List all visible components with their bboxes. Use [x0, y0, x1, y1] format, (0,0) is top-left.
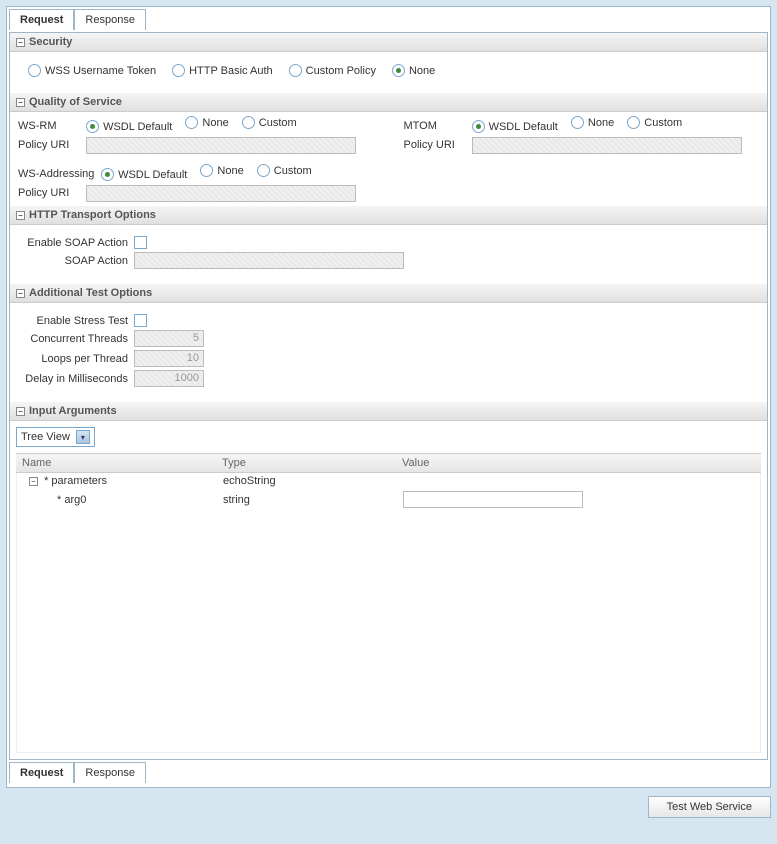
concurrent-threads-input: 5 — [134, 330, 204, 347]
section-http-body: Enable SOAP Action SOAP Action — [10, 225, 767, 284]
collapse-icon[interactable]: − — [16, 98, 25, 107]
section-http-header[interactable]: − HTTP Transport Options — [10, 206, 767, 225]
radio-wss[interactable]: WSS Username Token — [28, 64, 156, 77]
table-row[interactable]: * arg0 string — [17, 489, 760, 510]
radio-icon — [86, 120, 99, 133]
radio-icon — [392, 64, 405, 77]
radio-mtom-default[interactable]: WSDL Default — [472, 120, 558, 133]
loops-per-thread-input: 10 — [134, 350, 204, 367]
radio-wsaddr-none[interactable]: None — [200, 164, 243, 177]
soap-action-input — [134, 252, 404, 269]
radio-icon — [28, 64, 41, 77]
radio-custom-policy[interactable]: Custom Policy — [289, 64, 376, 77]
args-table-header: Name Type Value — [16, 453, 761, 473]
section-additional-header[interactable]: − Additional Test Options — [10, 284, 767, 303]
radio-mtom-custom[interactable]: Custom — [627, 116, 682, 129]
section-qos-header[interactable]: − Quality of Service — [10, 93, 767, 112]
mtom-policy-uri-input — [472, 137, 742, 154]
section-title: HTTP Transport Options — [29, 209, 156, 221]
radio-icon — [627, 116, 640, 129]
section-additional-body: Enable Stress Test Concurrent Threads 5 … — [10, 303, 767, 402]
tab-response-bottom[interactable]: Response — [74, 762, 146, 783]
tab-response[interactable]: Response — [74, 9, 146, 30]
tab-request[interactable]: Request — [9, 9, 74, 30]
radio-wsrm-custom[interactable]: Custom — [242, 116, 297, 129]
qos-mtom: MTOM WSDL Default None Custom Policy URI — [404, 116, 760, 154]
top-tabs: Request Response — [9, 9, 768, 30]
table-row[interactable]: − * parameters echoString — [17, 473, 760, 489]
wsrm-policy-uri-input — [86, 137, 356, 154]
radio-wsaddr-custom[interactable]: Custom — [257, 164, 312, 177]
qos-wsaddr: WS-Addressing WSDL Default None Custom P… — [18, 164, 759, 202]
section-title: Additional Test Options — [29, 287, 152, 299]
radio-icon — [257, 164, 270, 177]
enable-soap-action-checkbox[interactable] — [134, 236, 147, 249]
section-title: Quality of Service — [29, 96, 122, 108]
section-qos-body: WS-RM WSDL Default None Custom Policy UR… — [10, 112, 767, 206]
bottom-tabs: Request Response — [9, 762, 768, 783]
radio-icon — [571, 116, 584, 129]
tab-request-bottom[interactable]: Request — [9, 762, 74, 783]
radio-icon — [101, 168, 114, 181]
collapse-icon[interactable]: − — [16, 211, 25, 220]
delay-ms-input: 1000 — [134, 370, 204, 387]
radio-icon — [242, 116, 255, 129]
radio-wsrm-default[interactable]: WSDL Default — [86, 120, 172, 133]
collapse-icon[interactable]: − — [16, 38, 25, 47]
section-security-header[interactable]: − Security — [10, 33, 767, 52]
content-panel: − Security WSS Username Token HTTP Basic… — [9, 32, 768, 760]
radio-http-basic[interactable]: HTTP Basic Auth — [172, 64, 273, 77]
section-title: Input Arguments — [29, 405, 117, 417]
section-input-body: Tree View ▾ Name Type Value − * paramete… — [10, 421, 767, 759]
collapse-icon[interactable]: − — [16, 289, 25, 298]
enable-stress-checkbox[interactable] — [134, 314, 147, 327]
radio-mtom-none[interactable]: None — [571, 116, 614, 129]
section-title: Security — [29, 36, 72, 48]
tree-collapse-icon[interactable]: − — [29, 477, 38, 486]
radio-icon — [200, 164, 213, 177]
arg0-value-input[interactable] — [403, 491, 583, 508]
radio-none[interactable]: None — [392, 64, 435, 77]
chevron-down-icon: ▾ — [76, 430, 90, 444]
radio-wsaddr-default[interactable]: WSDL Default — [101, 168, 187, 181]
radio-wsrm-none[interactable]: None — [185, 116, 228, 129]
qos-wsrm: WS-RM WSDL Default None Custom Policy UR… — [18, 116, 374, 154]
collapse-icon[interactable]: − — [16, 407, 25, 416]
radio-icon — [289, 64, 302, 77]
section-input-header[interactable]: − Input Arguments — [10, 402, 767, 421]
radio-icon — [185, 116, 198, 129]
radio-icon — [472, 120, 485, 133]
wsaddr-policy-uri-input — [86, 185, 356, 202]
main-panel: Request Response − Security WSS Username… — [6, 6, 771, 788]
radio-icon — [172, 64, 185, 77]
args-table-body: − * parameters echoString * arg0 string — [16, 473, 761, 753]
view-select[interactable]: Tree View ▾ — [16, 427, 95, 447]
test-web-service-button[interactable]: Test Web Service — [648, 796, 771, 818]
section-security-body: WSS Username Token HTTP Basic Auth Custo… — [10, 52, 767, 93]
footer: Test Web Service — [6, 796, 771, 818]
